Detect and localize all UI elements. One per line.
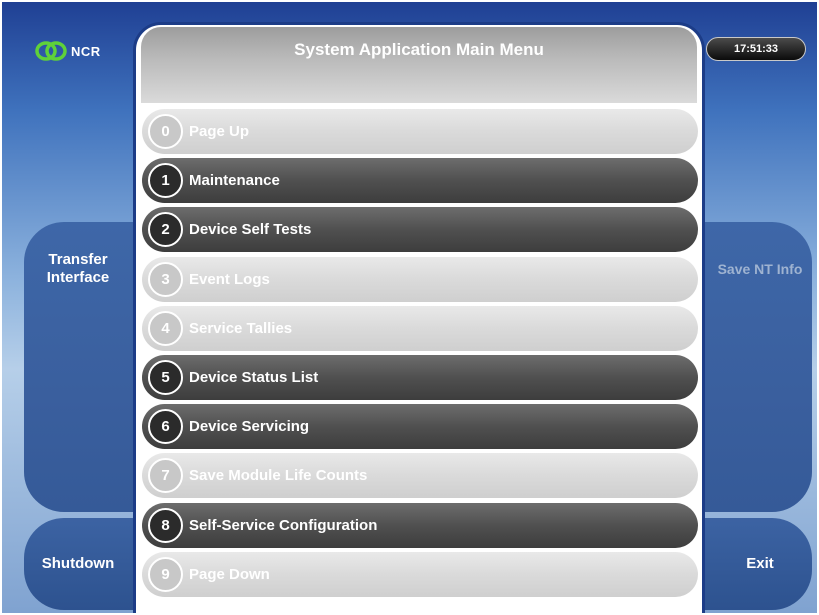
menu-item-number: 4 [148,310,183,346]
menu-item-2[interactable]: 2 Device Self Tests [142,207,698,253]
shutdown-label: Shutdown [41,555,115,572]
menu-item-1[interactable]: 1 Maintenance [142,158,698,204]
menu-item-label: Page Down [189,565,270,583]
transfer-interface-line2: Interface [46,269,110,286]
menu-item-label: Device Servicing [189,418,310,436]
menu-item-7[interactable]: 7 Save Module Life Counts [142,453,698,499]
menu-item-0[interactable]: 0 Page Up [142,109,698,154]
transfer-interface-line1: Transfer [48,251,108,268]
menu-item-number: 0 [148,114,183,149]
ncr-logo-text: NCR [71,43,101,59]
menu-item-label: Event Logs [189,270,270,288]
menu-item-label: Device Self Tests [189,221,312,239]
menu-item-number: 5 [148,360,183,395]
menu-item-8[interactable]: 8 Self-Service Configuration [142,502,698,548]
save-nt-info-button[interactable]: Save NT Info [708,260,812,278]
menu-item-6[interactable]: 6 Device Servicing [142,404,698,450]
menu-item-4[interactable]: 4 Service Tallies [142,305,698,351]
menu-item-label: Device Status List [189,369,319,386]
menu-item-9[interactable]: 9 Page Down [142,551,698,597]
main-menu-panel: System Application Main Menu 0 Page Up 1 Ma… [133,22,705,615]
menu-item-label: Service Tallies [189,319,293,337]
menu-item-label: Self-Service Configuration [189,516,378,534]
menu-item-label: Page Up [189,123,250,140]
menu-item-number: 7 [148,458,183,494]
menu-item-number: 9 [148,556,183,592]
clock-display: 17:51:33 [706,37,806,61]
title-bar: System Application Main Menu [141,27,697,103]
menu-item-number: 1 [148,163,183,199]
menu-item-5[interactable]: 5 Device Status List [142,355,698,400]
transfer-interface-button[interactable]: Transfer Interface [30,251,126,287]
ncr-logo: NCR [34,40,101,62]
menu-item-label: Save Module Life Counts [189,467,368,485]
menu-item-number: 6 [148,409,183,445]
ncr-logo-icon [35,41,67,61]
menu-item-number: 2 [148,212,183,248]
page-title: System Application Main Menu [294,40,544,59]
menu-item-3[interactable]: 3 Event Logs [142,256,698,302]
menu-item-number: 8 [148,507,183,543]
menu-item-label: Maintenance [189,172,280,190]
exit-label: Exit [746,555,774,572]
menu-item-number: 3 [148,261,183,297]
